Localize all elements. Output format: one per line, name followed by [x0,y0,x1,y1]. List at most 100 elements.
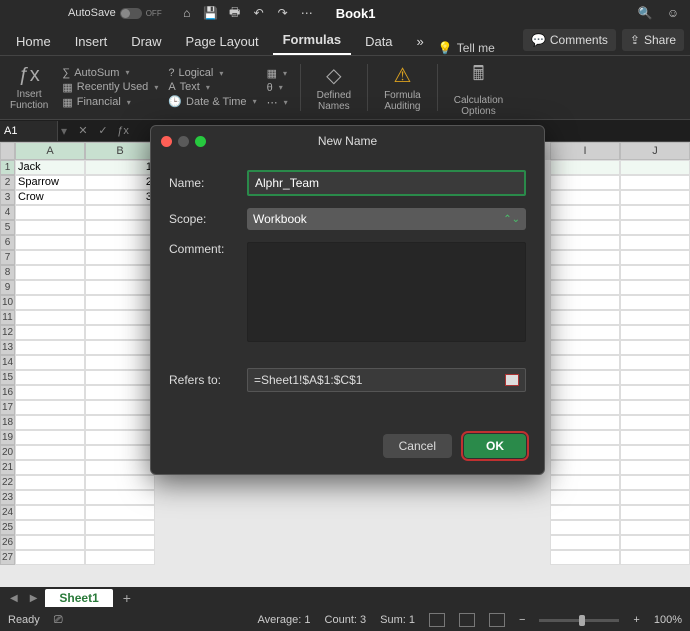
row-header[interactable]: 25 [0,520,15,535]
more-icon[interactable]: ⋯ [298,4,316,22]
cell[interactable] [15,445,85,460]
row-header[interactable]: 11 [0,310,15,325]
cell[interactable] [15,340,85,355]
cell[interactable] [620,505,690,520]
cell[interactable] [620,460,690,475]
undo-icon[interactable]: ↶ [250,4,268,22]
row-header[interactable]: 18 [0,415,15,430]
sheet-nav-next-icon[interactable]: ▶ [26,593,42,604]
cell[interactable] [85,430,155,445]
row-header[interactable]: 15 [0,370,15,385]
cell[interactable]: 1 [85,160,155,175]
cell[interactable] [85,490,155,505]
cell[interactable] [550,160,620,175]
row-header[interactable]: 10 [0,295,15,310]
account-icon[interactable]: ☺ [664,4,682,22]
fx-bar-icon[interactable]: ƒx [114,122,132,140]
cell[interactable] [550,505,620,520]
tell-me[interactable]: 💡 Tell me [438,41,495,55]
cell[interactable] [550,340,620,355]
cell[interactable] [85,535,155,550]
enter-formula-icon[interactable]: ✓ [94,122,112,140]
zoom-out-button[interactable]: − [519,614,525,626]
cancel-button[interactable]: Cancel [383,434,452,458]
accessibility-icon[interactable]: ⎚ [54,614,63,627]
cell[interactable] [550,415,620,430]
row-header[interactable]: 26 [0,535,15,550]
cell[interactable] [550,520,620,535]
cell[interactable] [550,295,620,310]
cell[interactable] [85,355,155,370]
cell[interactable] [85,445,155,460]
namebox-dropdown-icon[interactable]: ▾ [58,124,70,138]
cell[interactable] [550,400,620,415]
col-header-i[interactable]: I [550,142,620,160]
cell[interactable] [85,520,155,535]
range-picker-icon[interactable] [505,374,519,386]
cell[interactable] [15,280,85,295]
cell[interactable] [550,205,620,220]
tab-overflow[interactable]: » [407,28,434,55]
cell[interactable] [620,340,690,355]
cell[interactable] [620,550,690,565]
row-header[interactable]: 1 [0,160,15,175]
row-header[interactable]: 3 [0,190,15,205]
cell[interactable] [550,475,620,490]
add-sheet-button[interactable]: + [117,590,137,606]
cell[interactable] [550,460,620,475]
lookup-button[interactable]: ▦ [267,67,288,80]
cancel-formula-icon[interactable]: ✕ [74,122,92,140]
cell[interactable] [15,310,85,325]
cell[interactable]: Crow [15,190,85,205]
cell[interactable] [15,250,85,265]
row-header[interactable]: 27 [0,550,15,565]
insert-function-button[interactable]: ƒx InsertFunction [6,60,52,115]
cell[interactable] [15,205,85,220]
cell[interactable] [15,235,85,250]
row-header[interactable]: 20 [0,445,15,460]
recently-used-button[interactable]: ▦Recently Used [62,81,158,94]
print-icon[interactable]: 🖶 [226,4,244,22]
row-header[interactable]: 6 [0,235,15,250]
cell[interactable] [620,400,690,415]
date-time-button[interactable]: 🕒Date & Time [168,95,256,108]
cell[interactable] [550,265,620,280]
cell[interactable] [85,205,155,220]
row-header[interactable]: 22 [0,475,15,490]
row-header[interactable]: 8 [0,265,15,280]
row-header[interactable]: 14 [0,355,15,370]
cell[interactable] [85,370,155,385]
cell[interactable] [550,250,620,265]
autosave-toggle[interactable]: AutoSave OFF [68,7,162,19]
cell[interactable] [85,460,155,475]
cell[interactable] [15,505,85,520]
cell[interactable] [15,415,85,430]
cell[interactable] [550,370,620,385]
cell[interactable] [85,550,155,565]
logical-button[interactable]: ?Logical [168,67,256,79]
cell[interactable] [620,490,690,505]
cell[interactable] [620,250,690,265]
row-header[interactable]: 23 [0,490,15,505]
cell[interactable] [85,475,155,490]
row-header[interactable]: 21 [0,460,15,475]
save-icon[interactable]: 💾 [202,4,220,22]
row-header[interactable]: 5 [0,220,15,235]
zoom-level[interactable]: 100% [654,614,682,626]
cell[interactable] [85,415,155,430]
math-button[interactable]: θ [267,82,288,94]
cell[interactable] [85,250,155,265]
row-header[interactable]: 2 [0,175,15,190]
row-header[interactable]: 12 [0,325,15,340]
cell[interactable] [620,235,690,250]
cell[interactable] [620,310,690,325]
scope-select[interactable]: Workbook ⌃⌄ [247,208,526,230]
cell[interactable] [550,550,620,565]
col-header-a[interactable]: A [15,142,85,160]
cell[interactable] [620,475,690,490]
cell[interactable] [550,310,620,325]
row-header[interactable]: 19 [0,430,15,445]
cell[interactable] [15,325,85,340]
more-functions-button[interactable]: ⋯ [267,96,288,109]
row-header[interactable]: 16 [0,385,15,400]
